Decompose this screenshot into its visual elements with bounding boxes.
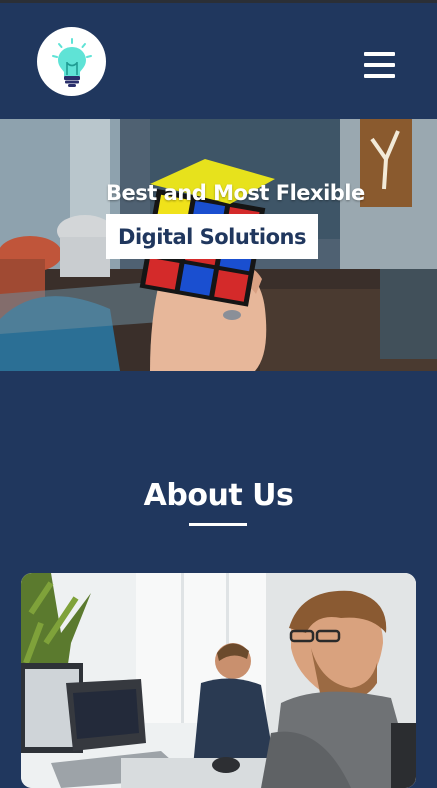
about-image	[21, 573, 416, 788]
lightbulb-icon	[51, 37, 92, 87]
hero-highlight-box: Digital Solutions	[106, 214, 318, 259]
site-logo[interactable]	[37, 27, 106, 96]
hero-banner: Best and Most Flexible Digital Solutions	[0, 119, 437, 371]
about-heading: About Us	[143, 478, 294, 513]
office-workers-photo	[21, 573, 416, 788]
hamburger-menu-icon[interactable]	[362, 50, 398, 80]
hero-tagline: Best and Most Flexible	[106, 181, 365, 205]
hero-highlight-text: Digital Solutions	[118, 224, 306, 249]
site-header	[0, 3, 437, 119]
about-heading-underline	[189, 523, 247, 526]
